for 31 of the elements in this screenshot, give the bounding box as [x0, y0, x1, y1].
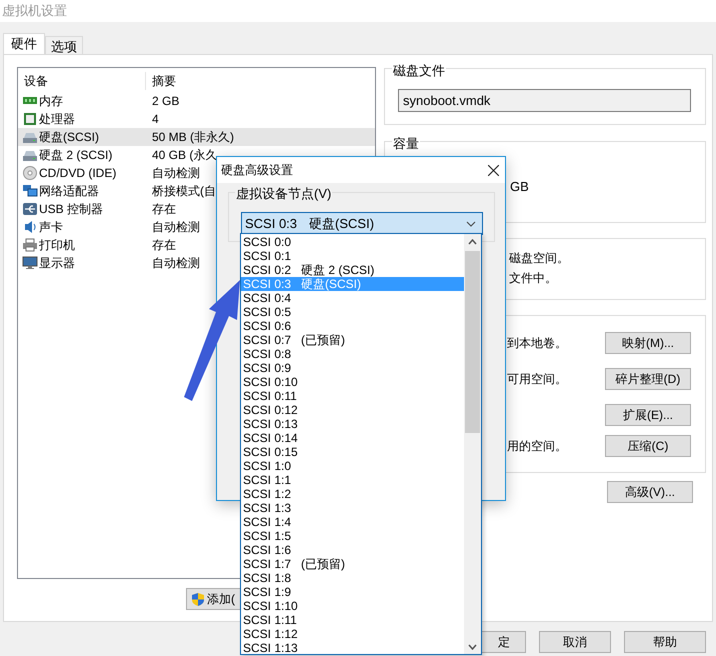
device-summary: 自动检测 [152, 219, 200, 236]
description-text: 文件中。 [509, 270, 558, 286]
capacity-text: GB [510, 179, 529, 194]
description-text: 磁盘空间。 [509, 250, 570, 266]
device-name: 硬盘(SCSI) [39, 129, 99, 146]
description-text: 可用空间。 [507, 372, 567, 386]
device-summary: 自动检测 [152, 165, 200, 182]
device-name: USB 控制器 [39, 201, 104, 218]
device-name: 硬盘 2 (SCSI) [39, 147, 112, 164]
description-text: 用的空间。 [507, 439, 567, 453]
description-text: 到本地卷。 [507, 336, 567, 350]
device-summary: 自动检测 [152, 255, 200, 272]
device-summary: 50 MB (非永久) [152, 129, 234, 146]
device-summary: 存在 [152, 237, 176, 254]
device-name: 显示器 [39, 255, 75, 272]
device-summary: 桥接模式(自 [152, 183, 216, 200]
device-summary: 40 GB (永久 [152, 147, 218, 164]
device-name: 内存 [39, 93, 63, 110]
group-label: 虚拟设备节点(V) [235, 184, 332, 204]
device-name: CD/DVD (IDE) [39, 165, 116, 182]
device-summary: 4 [152, 111, 159, 128]
device-name: 处理器 [39, 111, 75, 128]
device-summary: 2 GB [152, 93, 180, 110]
dropdown-value: SCSI 0:3 [245, 214, 298, 233]
window-title: 虚拟机设置 [2, 2, 67, 20]
device-name: 打印机 [39, 237, 75, 254]
device-summary: 存在 [152, 201, 176, 218]
dropdown-value-note: 硬盘(SCSI) [309, 214, 374, 233]
device-name: 声卡 [39, 219, 63, 236]
dialog-title: 硬盘高级设置 [221, 162, 293, 179]
device-name: 网络适配器 [39, 183, 99, 200]
